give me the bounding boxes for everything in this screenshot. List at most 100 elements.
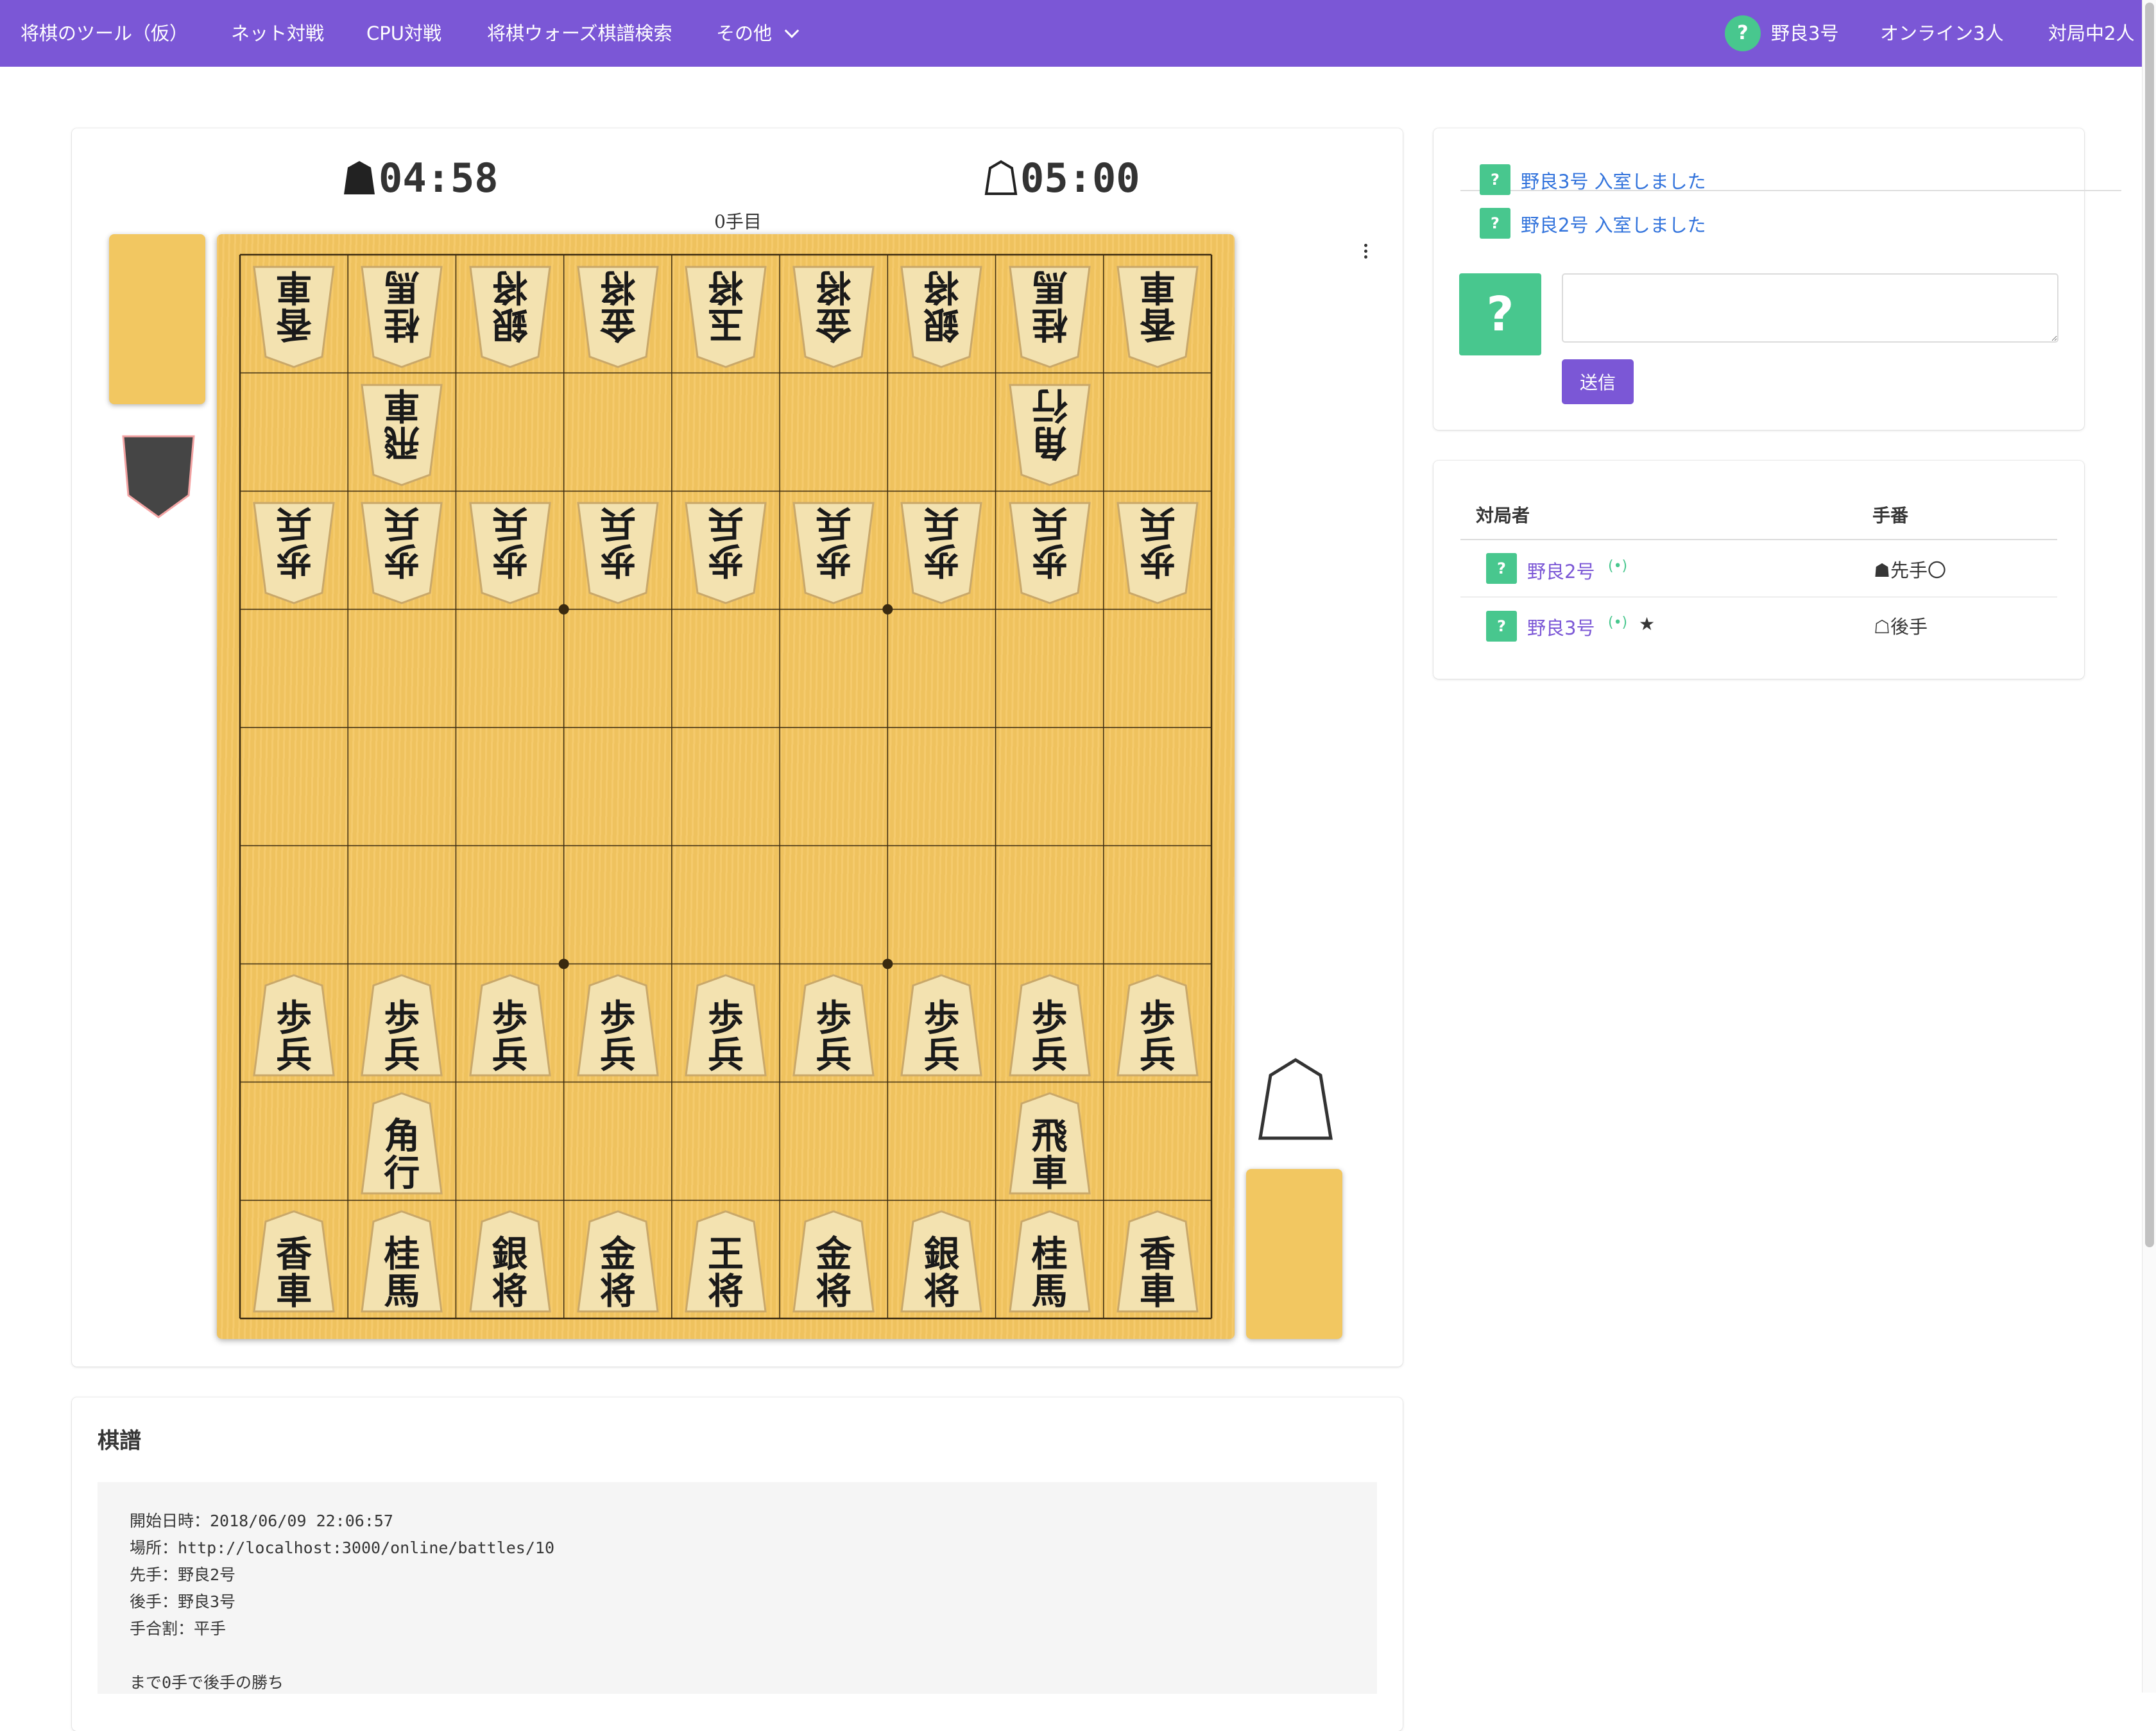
sente-piece[interactable]: 香 車 xyxy=(1113,1209,1202,1315)
chat-message-text[interactable]: 野良2号 入室しました xyxy=(1521,210,1706,237)
player-name-link[interactable]: 野良3号 xyxy=(1527,613,1595,640)
piece-label: 玉 将 xyxy=(708,265,744,345)
gote-piece[interactable]: 香 車 xyxy=(1113,264,1202,370)
piece-label: 歩 兵 xyxy=(384,502,420,582)
gote-piece[interactable]: 桂 馬 xyxy=(357,264,447,370)
nav-wars-search[interactable]: 将棋ウォーズ棋譜検索 xyxy=(487,0,672,67)
piece-label: 銀 将 xyxy=(492,265,528,345)
piece-label: 香 車 xyxy=(276,265,312,345)
sente-piece[interactable]: 歩 兵 xyxy=(789,973,878,1079)
chat-message-text[interactable]: 野良3号 入室しました xyxy=(1521,167,1706,194)
sente-piece[interactable]: 歩 兵 xyxy=(249,973,339,1079)
gote-piece[interactable]: 歩 兵 xyxy=(1113,500,1202,606)
sente-piece[interactable]: 香 車 xyxy=(249,1209,339,1315)
gote-hand[interactable] xyxy=(109,234,205,404)
sente-hand[interactable] xyxy=(1246,1169,1342,1339)
star-point xyxy=(882,604,893,615)
gote-piece[interactable]: 角 行 xyxy=(1005,382,1095,488)
piece-label: 王 将 xyxy=(708,1233,744,1313)
sente-piece[interactable]: 銀 将 xyxy=(465,1209,555,1315)
player-name-link[interactable]: 野良2号 xyxy=(1527,557,1595,584)
piece-label: 銀 将 xyxy=(492,1233,528,1313)
piece-label: 香 車 xyxy=(276,1233,312,1313)
piece-label: 飛 車 xyxy=(384,383,420,463)
gote-piece[interactable]: 飛 車 xyxy=(357,382,447,488)
piece-label: 金 将 xyxy=(599,265,636,345)
gote-piece[interactable]: 歩 兵 xyxy=(896,500,986,606)
piece-label: 歩 兵 xyxy=(1031,996,1068,1077)
piece-label: 歩 兵 xyxy=(384,996,420,1077)
sente-piece[interactable]: 金 将 xyxy=(789,1209,878,1315)
piece-label: 角 行 xyxy=(384,1115,420,1195)
gote-piece[interactable]: 玉 将 xyxy=(681,264,771,370)
star-point xyxy=(882,959,893,969)
sente-piece[interactable]: 歩 兵 xyxy=(465,973,555,1079)
chat-message: ? 野良2号 入室しました xyxy=(1460,201,2121,239)
user-name[interactable]: 野良3号 xyxy=(1771,0,1838,67)
gote-piece[interactable]: 香 車 xyxy=(249,264,339,370)
players-header-turn: 手番 xyxy=(1872,505,1909,526)
nav-net-battle[interactable]: ネット対戦 xyxy=(231,0,324,67)
sente-piece[interactable]: 桂 馬 xyxy=(357,1209,447,1315)
piece-label: 金 将 xyxy=(816,1233,852,1313)
board-menu-icon[interactable] xyxy=(1364,244,1368,261)
sente-clock-time: 04:58 xyxy=(379,155,499,201)
kifu-text[interactable]: 開始日時：2018/06/09 22:06:57 場所：http://local… xyxy=(98,1482,1377,1694)
sente-piece[interactable]: 金 将 xyxy=(573,1209,663,1315)
brand-link[interactable]: 将棋のツール（仮） xyxy=(21,0,188,67)
gote-piece[interactable]: 銀 将 xyxy=(465,264,555,370)
chat-input[interactable] xyxy=(1562,273,2058,343)
nav-other[interactable]: その他 xyxy=(716,0,772,67)
kifu-line: 場所：http://localhost:3000/online/battles/… xyxy=(130,1539,554,1557)
piece-label: 歩 兵 xyxy=(599,502,636,582)
kifu-line: 手合割：平手 xyxy=(130,1619,227,1638)
piece-label: 歩 兵 xyxy=(1031,502,1068,582)
sente-piece[interactable]: 歩 兵 xyxy=(1005,973,1095,1079)
star-icon: ★ xyxy=(1639,613,1656,635)
playing-count[interactable]: 対局中2人 xyxy=(2048,0,2134,67)
gote-piece[interactable]: 桂 馬 xyxy=(1005,264,1095,370)
piece-label: 歩 兵 xyxy=(708,996,744,1077)
sente-piece[interactable]: 王 将 xyxy=(681,1209,771,1315)
gote-piece[interactable]: 銀 将 xyxy=(896,264,986,370)
gote-piece[interactable]: 歩 兵 xyxy=(789,500,878,606)
gote-piece[interactable]: 歩 兵 xyxy=(465,500,555,606)
player-avatar: ? xyxy=(1486,611,1517,642)
sente-piece[interactable]: 桂 馬 xyxy=(1005,1209,1095,1315)
navbar: 将棋のツール（仮） ネット対戦 CPU対戦 将棋ウォーズ棋譜検索 その他 ? 野… xyxy=(0,0,2156,67)
piece-label: 飛 車 xyxy=(1031,1115,1068,1195)
gote-turn-marker-icon xyxy=(122,435,195,518)
sente-piece[interactable]: 銀 将 xyxy=(896,1209,986,1315)
gote-piece[interactable]: 歩 兵 xyxy=(573,500,663,606)
gote-piece-icon xyxy=(984,160,1018,195)
star-point xyxy=(558,959,569,969)
gote-piece[interactable]: 金 将 xyxy=(573,264,663,370)
scroll-thumb[interactable] xyxy=(2145,3,2154,1247)
gote-piece[interactable]: 歩 兵 xyxy=(1005,500,1095,606)
gote-piece[interactable]: 金 将 xyxy=(789,264,878,370)
sente-piece[interactable]: 角 行 xyxy=(357,1091,447,1197)
sente-piece[interactable]: 歩 兵 xyxy=(896,973,986,1079)
piece-label: 歩 兵 xyxy=(708,502,744,582)
sente-piece[interactable]: 飛 車 xyxy=(1005,1091,1095,1197)
piece-label: 銀 将 xyxy=(923,1233,960,1313)
sente-piece[interactable]: 歩 兵 xyxy=(357,973,447,1079)
piece-label: 歩 兵 xyxy=(599,996,636,1077)
sente-piece[interactable]: 歩 兵 xyxy=(1113,973,1202,1079)
sente-piece[interactable]: 歩 兵 xyxy=(573,973,663,1079)
send-button[interactable]: 送信 xyxy=(1562,359,1634,404)
sente-piece[interactable]: 歩 兵 xyxy=(681,973,771,1079)
kifu-line: 後手：野良3号 xyxy=(130,1592,236,1611)
sente-clock: 04:58 xyxy=(343,153,499,204)
online-count[interactable]: オンライン3人 xyxy=(1880,0,2003,67)
gote-piece[interactable]: 歩 兵 xyxy=(249,500,339,606)
gote-piece[interactable]: 歩 兵 xyxy=(681,500,771,606)
piece-label: 桂 馬 xyxy=(1031,265,1068,345)
page-scrollbar[interactable] xyxy=(2142,0,2156,1693)
nav-cpu-battle[interactable]: CPU対戦 xyxy=(366,0,441,67)
piece-label: 桂 馬 xyxy=(384,265,420,345)
gote-piece[interactable]: 歩 兵 xyxy=(357,500,447,606)
piece-label: 歩 兵 xyxy=(492,996,528,1077)
chevron-down-icon[interactable] xyxy=(784,23,800,38)
user-avatar[interactable]: ? xyxy=(1725,15,1761,51)
